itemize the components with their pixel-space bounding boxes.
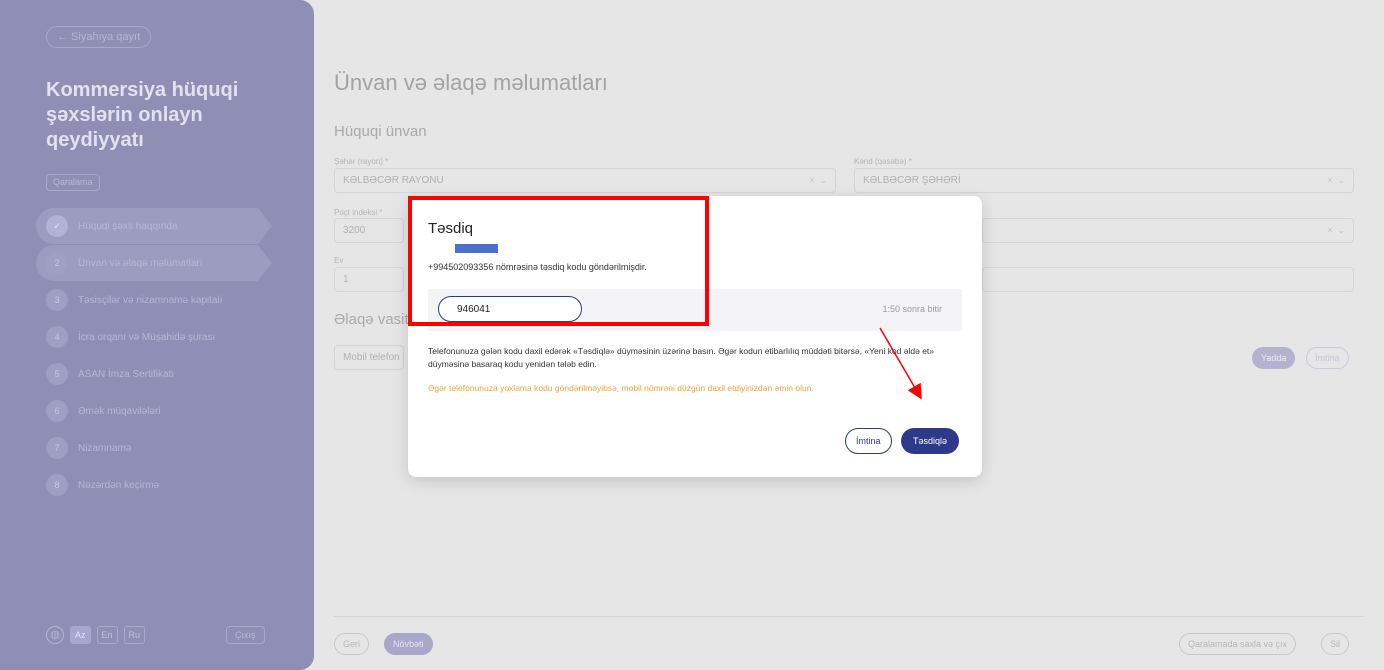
page-title: Ünvan və əlaqə məlumatları [334,70,608,95]
mobile-placeholder: Mobil telefon [343,352,400,363]
modal-confirm-button[interactable]: Təsdiqlə [901,428,960,454]
village-select[interactable]: KƏLBƏCƏR ŞƏHƏRİ × ⌄ [854,168,1354,193]
lang-ru[interactable]: Ru [123,626,146,644]
village-label: Kənd (qəsəbə) * [854,157,912,166]
code-input-row: 1:50 sonra bitir [428,289,962,331]
lang-az[interactable]: Az [70,626,91,644]
step-label: Nəzərdən keçirmə [78,479,160,491]
house-field[interactable]: 1 [334,267,404,292]
warning-text: Əgər telefonunuza yoxlama kodu göndərilm… [428,383,814,393]
step-charter[interactable]: 7 Nizamnamə [36,430,314,466]
step-check-icon: ✓ [46,215,68,237]
step-number: 5 [46,363,68,385]
save-draft-button[interactable]: Qaralamada saxla və çıx [1179,633,1297,655]
house-label: Ev [334,256,344,265]
village-value: KƏLBƏCƏR ŞƏHƏRİ [863,175,961,186]
instruction-text: Telefonunuza gələn kodu daxil edərək «Tə… [428,346,935,369]
expiry-timer: 1:50 sonra bitir [882,304,942,314]
step-number: 8 [46,474,68,496]
step-labor-contracts[interactable]: 6 Əmək müqavilələri [36,393,314,429]
verification-code-input[interactable] [438,296,582,322]
back-to-list-label: ← Siyahıya qayıt [57,31,141,43]
back-button[interactable]: Geri [334,633,370,655]
step-number: 3 [46,289,68,311]
sidebar: ← Siyahıya qayıt Kommersiya hüquqi şəxsl… [0,0,314,670]
delete-button[interactable]: Sil [1321,633,1350,655]
city-value: KƏLBƏCƏR RAYONU [343,175,444,186]
exit-button[interactable]: Çıxış [226,626,265,644]
footer-divider [334,616,1364,617]
house-value: 1 [343,274,349,285]
step-label: Hüquqi şəxs haqqında [78,220,178,232]
step-number: 6 [46,400,68,422]
next-button[interactable]: Növbəti [384,633,433,655]
city-select[interactable]: KƏLBƏCƏR RAYONU × ⌄ [334,168,836,193]
cancel-contact-button[interactable]: İmtina [1306,347,1349,369]
chevron-down-icon: × ⌄ [809,175,827,185]
step-label: Əmək müqavilələri [78,405,161,417]
step-label: İcra orqanı və Müşahidə şurası [78,331,216,343]
postal-field[interactable]: 3200 [334,218,404,243]
step-number: 7 [46,437,68,459]
step-executive-body[interactable]: 4 İcra orqanı və Müşahidə şurası [36,319,314,355]
step-label: ASAN İmza Sertifikatı [78,368,175,380]
confirmation-modal: Təsdiq +994502093356 nömrəsinə təsdiq ko… [408,196,982,477]
step-number: 2 [46,252,68,274]
language-switcher: ◍ Az En Ru [46,626,146,644]
step-address-contact[interactable]: 2 Ünvan və əlaqə məlumatları [36,245,272,281]
apartment-field[interactable] [982,267,1354,292]
street-select[interactable]: × ⌄ [982,218,1354,243]
step-label: Nizamnamə [78,442,132,454]
redaction-mark [455,244,498,253]
modal-cancel-button[interactable]: İmtina [845,428,892,454]
postal-label: Poçt indeksi * [334,208,383,217]
code-sent-message: +994502093356 nömrəsinə təsdiq kodu gönd… [428,262,647,272]
sidebar-title: Kommersiya hüquqi şəxslərin onlayn qeydi… [46,79,239,151]
step-founders[interactable]: 3 Təsisçilər və nizamnamə kapitalı [36,282,314,318]
step-label: Ünvan və əlaqə məlumatları [78,257,203,269]
chevron-down-icon: × ⌄ [1327,175,1345,185]
globe-icon: ◍ [46,626,64,644]
save-contact-button[interactable]: Yadda [1252,347,1296,369]
postal-value: 3200 [343,225,366,236]
step-asan-signature[interactable]: 5 ASAN İmza Sertifikatı [36,356,314,392]
step-number: 4 [46,326,68,348]
chevron-down-icon: × ⌄ [1327,225,1345,235]
lang-en[interactable]: En [96,626,118,644]
modal-title: Təsdiq [428,220,474,237]
address-section-title: Hüquqi ünvan [334,123,427,140]
step-review[interactable]: 8 Nəzərdən keçirmə [36,467,314,503]
step-label: Təsisçilər və nizamnamə kapitalı [78,294,223,306]
mobile-field[interactable]: Mobil telefon [334,345,404,370]
steps-list: ✓ Hüquqi şəxs haqqında 2 Ünvan və əlaqə … [36,208,314,504]
status-badge: Qaralama [46,174,100,191]
back-to-list-button[interactable]: ← Siyahıya qayıt [46,26,152,48]
step-legal-entity[interactable]: ✓ Hüquqi şəxs haqqında [36,208,272,244]
city-label: Şəhər (rayon) * [334,157,389,166]
